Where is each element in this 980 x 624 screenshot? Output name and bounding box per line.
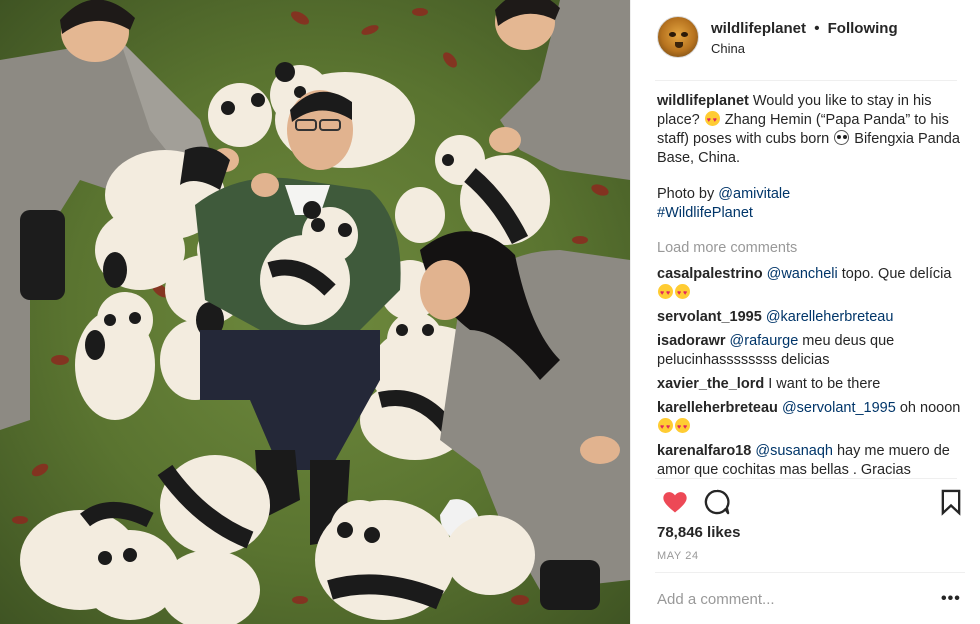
heart-eyes-emoji-icon: [704, 111, 720, 130]
post-caption: wildlifeplanet Would you like to stay in…: [657, 92, 963, 223]
comment-username[interactable]: xavier_the_lord: [657, 376, 764, 392]
header-separator: •: [814, 20, 820, 37]
header-username-row: wildlifeplanet • Following: [711, 20, 898, 37]
post-date[interactable]: MAY 24: [657, 550, 699, 562]
comment-item: servolant_1995 @karelleherbreteau: [657, 308, 963, 327]
comment-item: casalpalestrino @wancheli topo. Que delí…: [657, 265, 963, 303]
save-button[interactable]: [937, 488, 965, 516]
comments-list[interactable]: wildlifeplanet Would you like to stay in…: [657, 92, 963, 478]
caption-hashtag[interactable]: #WildlifePlanet: [657, 205, 753, 221]
post-photo[interactable]: [0, 0, 630, 624]
heart-eyes-emoji-icon: [658, 284, 673, 303]
comment-bubble-icon: [704, 489, 730, 515]
avatar-eye-right: [681, 32, 688, 37]
comment-mention[interactable]: @karelleherbreteau: [766, 309, 894, 325]
avatar-nose: [675, 42, 683, 48]
heart-eyes-emoji-icon: [658, 418, 673, 437]
heart-icon: [663, 492, 687, 513]
caption-photo-credit[interactable]: @amivitale: [718, 186, 790, 202]
header-divider: [655, 80, 957, 81]
comment-item: karelleherbreteau @servolant_1995 oh noo…: [657, 399, 963, 437]
bookmark-icon: [941, 489, 961, 516]
following-button[interactable]: Following: [828, 20, 898, 37]
comment-username[interactable]: casalpalestrino: [657, 266, 763, 282]
post-actions: [655, 488, 965, 518]
add-comment-divider: [655, 572, 965, 573]
comment-text: topo. Que delícia: [841, 266, 952, 282]
more-options-icon[interactable]: •••: [941, 590, 961, 608]
comment-username[interactable]: karelleherbreteau: [657, 400, 778, 416]
comment-text: I want to be there: [768, 376, 881, 392]
comment-item: karenalfaro18 @susanaqh hay me muero de …: [657, 442, 963, 478]
comment-button[interactable]: [703, 488, 731, 516]
comment-username[interactable]: karenalfaro18: [657, 443, 751, 459]
comment-text: oh nooon: [899, 400, 961, 416]
comment-item: isadorawr @rafaurge meu deus que pelucin…: [657, 332, 963, 370]
heart-eyes-emoji-icon: [675, 284, 690, 303]
instagram-post: wildlifeplanet • Following China wildlif…: [0, 0, 980, 624]
tiger-avatar[interactable]: [657, 16, 699, 58]
load-more-comments[interactable]: Load more comments: [657, 239, 963, 258]
caption-username[interactable]: wildlifeplanet: [657, 93, 749, 109]
panda-photo-illustration: [0, 0, 630, 624]
comment-username[interactable]: isadorawr: [657, 333, 726, 349]
post-location[interactable]: China: [711, 41, 745, 56]
add-comment-input[interactable]: [657, 582, 927, 616]
actions-divider: [655, 478, 957, 479]
comment-username[interactable]: servolant_1995: [657, 309, 762, 325]
post-side-panel: wildlifeplanet • Following China wildlif…: [630, 0, 980, 624]
comment-item: xavier_the_lord I want to be there: [657, 375, 963, 394]
comment-mention[interactable]: @susanaqh: [755, 443, 833, 459]
comment-mention[interactable]: @rafaurge: [730, 333, 799, 349]
panda-emoji-icon: [834, 130, 850, 145]
caption-photo-by: Photo by: [657, 186, 715, 202]
like-button[interactable]: [661, 488, 689, 516]
comment-mention[interactable]: @wancheli: [767, 266, 838, 282]
like-count[interactable]: 78,846 likes: [657, 524, 740, 541]
comment-mention[interactable]: @servolant_1995: [782, 400, 896, 416]
header-username[interactable]: wildlifeplanet: [711, 20, 806, 37]
post-header: wildlifeplanet • Following China: [631, 0, 980, 80]
avatar-eye-left: [669, 32, 676, 37]
heart-eyes-emoji-icon: [675, 418, 690, 437]
